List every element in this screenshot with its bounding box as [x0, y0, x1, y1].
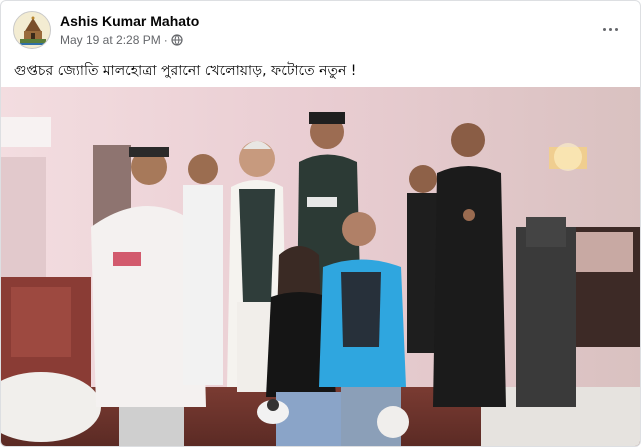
temple-logo-icon — [14, 12, 50, 48]
more-options-icon[interactable] — [598, 19, 622, 39]
post-photo[interactable] — [1, 87, 640, 446]
post-timestamp[interactable]: May 19 at 2:28 PM — [60, 33, 161, 47]
meta-separator: · — [163, 33, 168, 47]
author-avatar[interactable] — [13, 11, 51, 49]
post-meta: May 19 at 2:28 PM · — [60, 33, 183, 47]
group-photo — [1, 87, 640, 446]
author-name[interactable]: Ashis Kumar Mahato — [60, 13, 199, 29]
globe-icon[interactable] — [171, 34, 183, 46]
post-header: Ashis Kumar Mahato May 19 at 2:28 PM · — [1, 1, 640, 57]
facebook-post: Ashis Kumar Mahato May 19 at 2:28 PM · গ… — [0, 0, 641, 447]
post-caption: গুপ্তচর জ্যোতি মালহোত্রা পুরানো খেলোয়াড… — [14, 63, 357, 79]
